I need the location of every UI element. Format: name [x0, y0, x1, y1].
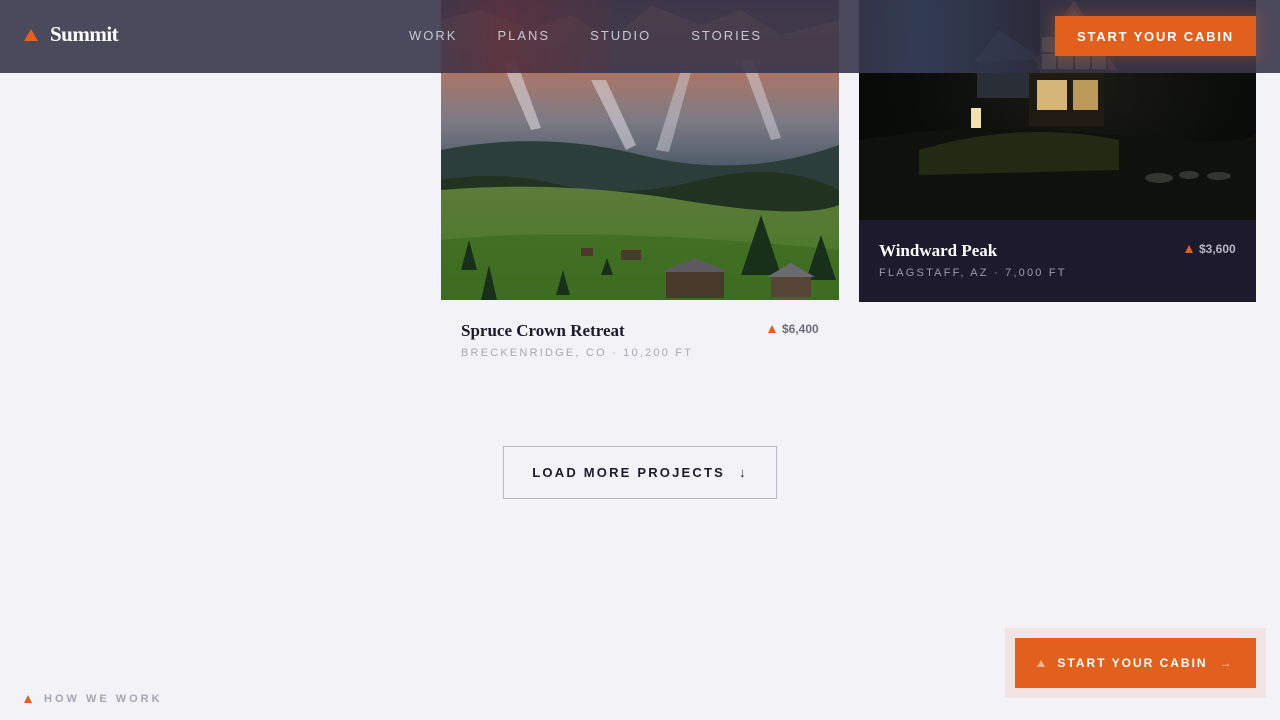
- project-title[interactable]: Windward Peak: [879, 241, 997, 261]
- floating-cta-label: START YOUR CABIN: [1057, 656, 1208, 670]
- project-title[interactable]: Spruce Crown Retreat: [461, 321, 625, 341]
- arrow-down-icon: ↓: [739, 465, 748, 480]
- site-header: Summit WORK PLANS STUDIO STORIES START Y…: [0, 0, 1280, 73]
- logo-text: Summit: [50, 22, 119, 46]
- load-more-label: LOAD MORE PROJECTS: [532, 465, 726, 480]
- triangle-icon: [24, 695, 32, 703]
- nav-item-plans[interactable]: PLANS: [497, 28, 550, 43]
- main-nav: WORK PLANS STUDIO STORIES: [409, 28, 762, 43]
- header-backdrop-glow: [840, 0, 1040, 73]
- nav-item-stories[interactable]: STORIES: [691, 28, 762, 43]
- floating-start-cabin-button[interactable]: START YOUR CABIN →: [1015, 638, 1256, 688]
- triangle-icon: [1185, 245, 1193, 253]
- how-we-work-label: HOW WE WORK: [44, 693, 163, 705]
- how-we-work-link[interactable]: HOW WE WORK: [24, 693, 163, 705]
- start-cabin-button[interactable]: START YOUR CABIN: [1055, 16, 1256, 56]
- triangle-icon: [768, 325, 776, 333]
- project-price-value: $6,400: [782, 322, 819, 336]
- project-location: BRECKENRIDGE, CO · 10,200 FT: [461, 347, 694, 359]
- nav-item-studio[interactable]: STUDIO: [590, 28, 651, 43]
- logo[interactable]: Summit: [24, 22, 119, 47]
- load-more-button[interactable]: LOAD MORE PROJECTS ↓: [503, 446, 777, 499]
- nav-item-work[interactable]: WORK: [409, 28, 457, 43]
- arrow-right-icon: →: [1219, 656, 1234, 670]
- project-price: $6,400: [768, 322, 819, 336]
- triangle-icon: [1037, 659, 1046, 667]
- project-price-value: $3,600: [1199, 242, 1236, 256]
- project-info-panel[interactable]: [859, 220, 1256, 302]
- project-price: $3,600: [1185, 242, 1236, 256]
- project-location: FLAGSTAFF, AZ · 7,000 FT: [879, 267, 1067, 279]
- summit-logo-icon: [24, 28, 38, 41]
